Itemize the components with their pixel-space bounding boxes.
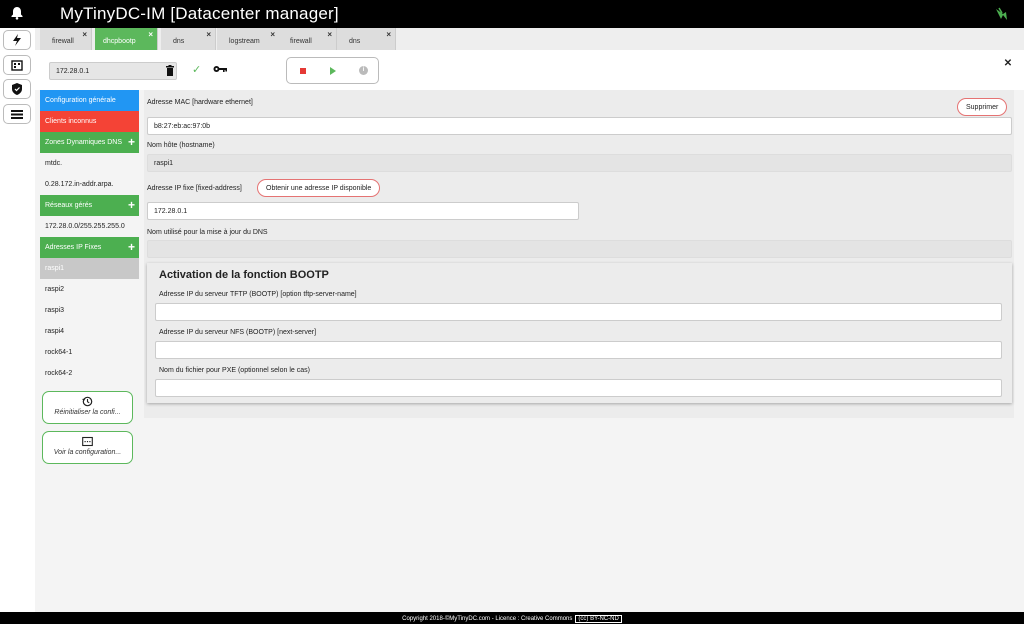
info-icon[interactable]: i xyxy=(359,66,368,75)
service-controls: i xyxy=(286,57,379,84)
get-ip-button[interactable]: Obtenir une adresse IP disponible xyxy=(257,179,381,197)
pxe-input[interactable] xyxy=(155,379,1002,397)
plus-icon[interactable]: + xyxy=(128,240,135,254)
tab-label: firewall xyxy=(290,38,312,45)
menu-networks[interactable]: Réseaux gérés + xyxy=(40,195,139,216)
menu-fixed-ips[interactable]: Adresses IP Fixes + xyxy=(40,237,139,258)
address-field[interactable]: 172.28.0.1 xyxy=(49,62,177,80)
menu-dns-zones[interactable]: Zones Dynamiques DNS + xyxy=(40,132,139,153)
plus-icon[interactable]: + xyxy=(128,198,135,212)
close-tab-icon[interactable]: × xyxy=(148,30,153,39)
stop-icon[interactable] xyxy=(300,68,306,74)
security-button[interactable] xyxy=(3,79,31,99)
building-icon xyxy=(11,59,23,71)
tab-firewall-2[interactable]: firewall × xyxy=(278,28,337,50)
list-icon xyxy=(11,110,23,119)
reset-config-button[interactable]: Réinitialiser la confi... xyxy=(42,391,133,424)
site-link[interactable]: MyTinyDC.com xyxy=(449,616,490,622)
tab-label: dns xyxy=(173,38,185,45)
plus-icon[interactable]: + xyxy=(128,135,135,149)
copyright-text: Copyright 2018-© xyxy=(402,616,450,622)
close-tab-icon[interactable]: × xyxy=(206,30,211,39)
menu-label: Réseaux gérés xyxy=(45,202,93,209)
tab-label: firewall xyxy=(52,38,74,45)
tab-label: dns xyxy=(349,38,361,45)
list-item[interactable]: raspi3 xyxy=(40,300,139,321)
list-item[interactable]: 172.28.0.0/255.255.255.0 xyxy=(40,216,139,237)
tftp-label: Adresse IP du serveur TFTP (BOOTP) [opti… xyxy=(159,291,357,298)
menu-button[interactable] xyxy=(3,104,31,124)
fixed-ip-label: Adresse IP fixe [fixed-address] xyxy=(147,185,242,192)
close-tab-icon[interactable]: × xyxy=(270,30,275,39)
pxe-label: Nom du fichier pour PXE (optionnel selon… xyxy=(159,367,310,374)
view-config-label: Voir la configuration... xyxy=(53,449,122,456)
key-icon[interactable] xyxy=(213,64,227,74)
list-item-selected[interactable]: raspi1 xyxy=(40,258,139,279)
datacenter-button[interactable] xyxy=(3,55,31,75)
bolt-icon xyxy=(13,34,21,46)
cc-badge[interactable]: (cc) BY-NC-ND xyxy=(575,615,622,623)
hostname-input[interactable]: raspi1 xyxy=(147,154,1012,172)
app-title: MyTinyDC-IM [Datacenter manager] xyxy=(60,4,339,23)
tab-dns[interactable]: dns × xyxy=(161,28,216,50)
tab-bar: firewall × dhcpbootp × dns × logstream × fir… xyxy=(35,28,1024,50)
view-config-button[interactable]: Voir la configuration... xyxy=(42,431,133,464)
tab-firewall[interactable]: firewall × xyxy=(40,28,92,50)
tab-logstream[interactable]: logstream × xyxy=(217,28,280,50)
list-item[interactable]: mtdc. xyxy=(40,153,139,174)
list-item[interactable]: rock64-1 xyxy=(40,342,139,363)
dns-name-label: Nom utilisé pour la mise à jour du DNS xyxy=(147,229,268,236)
licence-text: - Licence : Creative Commons xyxy=(490,616,573,622)
delete-button[interactable]: Supprimer xyxy=(957,98,1008,116)
reset-config-label: Réinitialiser la confi... xyxy=(54,409,121,416)
tab-dns-2[interactable]: dns × xyxy=(337,28,396,50)
close-tab-icon[interactable]: × xyxy=(82,30,87,39)
shield-icon xyxy=(12,83,22,95)
menu-config[interactable]: Configuration générale xyxy=(40,90,139,111)
bootp-section: Activation de la fonction BOOTP Adresse … xyxy=(147,263,1012,403)
tftp-input[interactable] xyxy=(155,303,1002,321)
mac-label: Adresse MAC [hardware ethernet] xyxy=(147,99,253,106)
close-icon[interactable]: ✕ xyxy=(1002,58,1014,70)
bell-icon[interactable] xyxy=(10,6,24,20)
menu-unknown-clients[interactable]: Clients inconnus xyxy=(40,111,139,132)
footer: Copyright 2018-©MyTinyDC.com - Licence :… xyxy=(0,612,1024,624)
close-tab-icon[interactable]: × xyxy=(386,30,391,39)
code-icon xyxy=(82,436,93,447)
side-menu: Configuration générale Clients inconnus … xyxy=(40,90,139,384)
menu-label: Zones Dynamiques DNS xyxy=(45,139,123,146)
menu-label: Adresses IP Fixes xyxy=(45,244,102,251)
tab-label: logstream xyxy=(229,38,260,45)
list-item[interactable]: raspi4 xyxy=(40,321,139,342)
bootp-title: Activation de la fonction BOOTP xyxy=(159,269,329,281)
fixed-ip-input[interactable]: 172.28.0.1 xyxy=(147,202,579,220)
trash-icon[interactable] xyxy=(166,65,174,76)
main-content: 172.28.0.1 ✓ i ✕ Configuration générale … xyxy=(35,50,1024,612)
tab-label: dhcpbootp xyxy=(103,38,136,45)
close-tab-icon[interactable]: × xyxy=(327,30,332,39)
nfs-label: Adresse IP du serveur NFS (BOOTP) [next-… xyxy=(159,329,317,336)
nfs-input[interactable] xyxy=(155,341,1002,359)
list-item[interactable]: raspi2 xyxy=(40,279,139,300)
dns-name-input[interactable] xyxy=(147,240,1012,258)
check-icon[interactable]: ✓ xyxy=(192,63,201,76)
mac-input[interactable]: b8:27:eb:ac:97:0b xyxy=(147,117,1012,135)
play-icon[interactable] xyxy=(330,67,336,75)
list-item[interactable]: rock64-2 xyxy=(40,363,139,384)
host-form: Adresse MAC [hardware ethernet] Supprime… xyxy=(144,90,1014,418)
top-bar: MyTinyDC-IM [Datacenter manager] xyxy=(0,0,1024,28)
list-item[interactable]: 0.28.172.in-addr.arpa. xyxy=(40,174,139,195)
hostname-label: Nom hôte (hostname) xyxy=(147,142,215,149)
toolbar: 172.28.0.1 ✓ i ✕ xyxy=(35,50,1024,90)
bolt-button[interactable] xyxy=(3,30,31,50)
side-rail xyxy=(0,28,35,612)
history-icon xyxy=(82,396,93,407)
tab-dhcpbootp[interactable]: dhcpbootp × xyxy=(95,28,158,50)
logo-icon xyxy=(996,7,1007,20)
